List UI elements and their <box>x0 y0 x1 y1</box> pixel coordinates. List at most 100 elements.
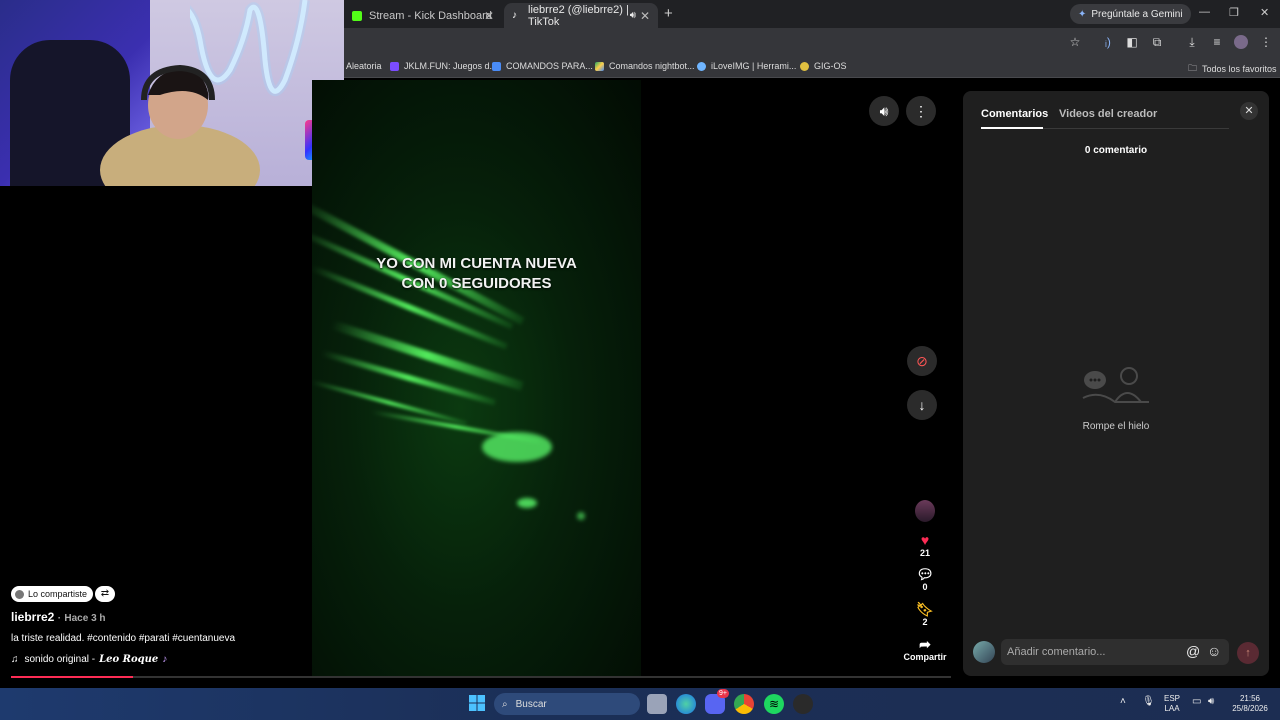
kick-icon <box>352 10 362 21</box>
streamer <box>100 64 260 186</box>
edge-icon[interactable] <box>676 694 696 714</box>
video-player[interactable]: YO CON MI CUENTA NUEVA CON 0 SEGUIDORES <box>312 80 641 676</box>
like-button[interactable]: ♥ 21 <box>903 532 947 558</box>
search-icon: ⌕ <box>502 698 508 710</box>
shared-badge[interactable]: Lo compartiste <box>11 586 94 602</box>
comment-button[interactable]: 💬︎ 0 <box>903 566 947 592</box>
volume-button[interactable]: 🔊︎ <box>869 96 899 126</box>
bookmark-iloveimg[interactable]: iLoveIMG | Herrami... <box>697 61 796 71</box>
save-button[interactable]: 🔖︎ 2 <box>903 601 947 627</box>
share-button[interactable]: ➦ Compartir <box>903 636 947 662</box>
light-glow <box>577 512 585 520</box>
start-button[interactable] <box>467 694 487 714</box>
sound-link[interactable]: ♫ sonido original - 𝑳𝒆𝒐 𝑹𝒐𝒒𝒖𝒆 ♪ <box>11 654 167 665</box>
discord-icon[interactable]: 9+ <box>705 689 729 714</box>
laser-beam <box>321 350 496 406</box>
translate-icon[interactable]: ᵢ) <box>1101 35 1115 49</box>
send-comment-button[interactable]: ↑ <box>1237 642 1259 664</box>
tab-comments[interactable]: Comentarios <box>981 108 1048 120</box>
more-options-button[interactable]: ⋮ <box>906 96 936 126</box>
sparkle-icon: ✦ <box>1078 8 1087 20</box>
like-count: 21 <box>919 548 930 558</box>
chrome-icon[interactable] <box>734 694 754 714</box>
docs-icon <box>492 61 501 71</box>
share-icon: ➦ <box>919 636 931 652</box>
close-window-button[interactable]: ✕ <box>1260 6 1269 19</box>
volume-icon[interactable]: 🔊︎ <box>1208 697 1214 707</box>
gemini-button[interactable]: ✦ Pregúntale a Gemini <box>1070 4 1191 24</box>
tab-kick-dashboard[interactable]: Stream - Kick Dashboard ✕ <box>344 3 502 28</box>
restore-button[interactable]: ❐ <box>1229 6 1239 19</box>
windows-taskbar: ⌕ Buscar 9+ ≋ ˄ 🎙︎ ESP LAA ▭ 🔊︎ 21:56 25… <box>0 688 1280 720</box>
bookmark-jklm[interactable]: JKLM.FUN: Juegos d... <box>390 61 497 71</box>
bookmark-nightbot[interactable]: Comandos nightbot... <box>595 61 695 71</box>
media-icon[interactable]: ◧ <box>1125 35 1139 49</box>
sound-prefix: sonido original - <box>24 654 96 665</box>
close-icon[interactable]: ✕ <box>640 9 650 23</box>
tab-creator-videos[interactable]: Videos del creador <box>1059 108 1157 120</box>
task-view-icon[interactable] <box>647 694 667 714</box>
more-icon: ⋮ <box>914 102 928 119</box>
media-queue-icon[interactable]: ≡ <box>1210 35 1224 49</box>
author-name[interactable]: liebrre2 <box>11 610 54 624</box>
close-icon: ✕ <box>1244 105 1254 117</box>
gig-os-icon <box>800 61 809 71</box>
language-indicator[interactable]: ESP LAA <box>1164 694 1180 714</box>
minimize-button[interactable]: — <box>1199 6 1210 18</box>
next-video-button[interactable]: ↓ <box>907 390 937 420</box>
close-panel-button[interactable]: ✕ <box>1240 102 1258 120</box>
browser-tab-strip: Stream - Kick Dashboard ✕ ♪ liebrre2 (@l… <box>344 0 1280 28</box>
empty-comments-icon <box>1082 367 1149 403</box>
speaker-icon[interactable]: 🔊︎ <box>630 10 636 21</box>
folder-icon: 🗀 <box>1188 63 1198 73</box>
bookmark-star-icon[interactable]: ☆ <box>1068 35 1082 49</box>
emoji-icon[interactable]: ☺ <box>1207 643 1221 659</box>
sound-artist: 𝑳𝒆𝒐 𝑹𝒐𝒒𝒖𝒆 <box>99 654 159 665</box>
tab-tiktok[interactable]: ♪ liebrre2 (@liebrre2) | TikTok 🔊︎ ✕ <box>504 3 658 28</box>
video-caption-line2: CON 0 SEGUIDORES <box>401 275 552 292</box>
arrow-up-icon: ↑ <box>1245 647 1251 659</box>
close-icon[interactable]: ✕ <box>484 9 494 23</box>
obs-icon[interactable] <box>793 694 813 714</box>
post-description: la triste realidad. #contenido #parati #… <box>11 633 236 644</box>
arrow-up-disabled-icon: ⊘ <box>916 352 928 369</box>
video-progress-bar[interactable] <box>11 676 951 678</box>
all-favorites-folder[interactable]: 🗀 Todos los favoritos <box>1188 61 1277 77</box>
heart-icon <box>697 61 706 71</box>
light-glow <box>517 498 537 508</box>
comment-icon: 💬︎ <box>916 566 934 582</box>
mention-icon[interactable]: @ <box>1186 643 1200 659</box>
microphone-icon[interactable]: 🎙︎ <box>1142 697 1155 707</box>
creator-avatar[interactable] <box>903 500 947 524</box>
lang-bottom: LAA <box>1164 704 1180 713</box>
new-tab-button[interactable]: + <box>664 5 673 22</box>
repost-icon[interactable]: ⇄ <box>95 586 115 602</box>
extensions-icon[interactable]: ⧉ <box>1150 35 1164 49</box>
profile-avatar[interactable] <box>1234 35 1248 49</box>
bookmark-aleatoria[interactable]: Aleatoria <box>346 61 382 71</box>
discord-badge: 9+ <box>717 689 729 698</box>
music-note-icon: ♫ <box>11 654 19 665</box>
music-disc-icon: ♪ <box>162 654 168 665</box>
download-icon[interactable]: ⤓ <box>1185 35 1199 49</box>
light-glow <box>482 432 552 462</box>
webcam-overlay <box>0 0 344 186</box>
screen: Stream - Kick Dashboard ✕ ♪ liebrre2 (@l… <box>0 0 1280 720</box>
clock[interactable]: 21:56 25/8/2026 <box>1228 694 1272 714</box>
video-caption-line1: YO CON MI CUENTA NUEVA <box>376 255 577 272</box>
bookmark-comandos[interactable]: COMANDOS PARA... <box>492 61 593 71</box>
taskbar-search[interactable]: ⌕ Buscar <box>494 693 640 715</box>
comments-panel: Comentarios Videos del creador ✕ 0 comen… <box>963 91 1269 676</box>
menu-icon[interactable]: ⋮ <box>1259 35 1273 49</box>
active-tab-indicator <box>981 127 1043 129</box>
heart-icon: ♥ <box>920 532 930 548</box>
bookmark-gig-os[interactable]: GIG-OS <box>800 61 847 71</box>
previous-video-button[interactable]: ⊘ <box>907 346 937 376</box>
spotify-icon[interactable]: ≋ <box>764 694 784 714</box>
network-icon[interactable]: ▭ <box>1192 697 1201 707</box>
search-label: Buscar <box>515 698 547 710</box>
arrow-down-icon: ↓ <box>918 397 926 413</box>
date: 25/8/2026 <box>1232 704 1268 713</box>
author-line: liebrre2 · Hace 3 h <box>11 610 106 624</box>
chevron-up-icon[interactable]: ˄ <box>1120 697 1126 707</box>
